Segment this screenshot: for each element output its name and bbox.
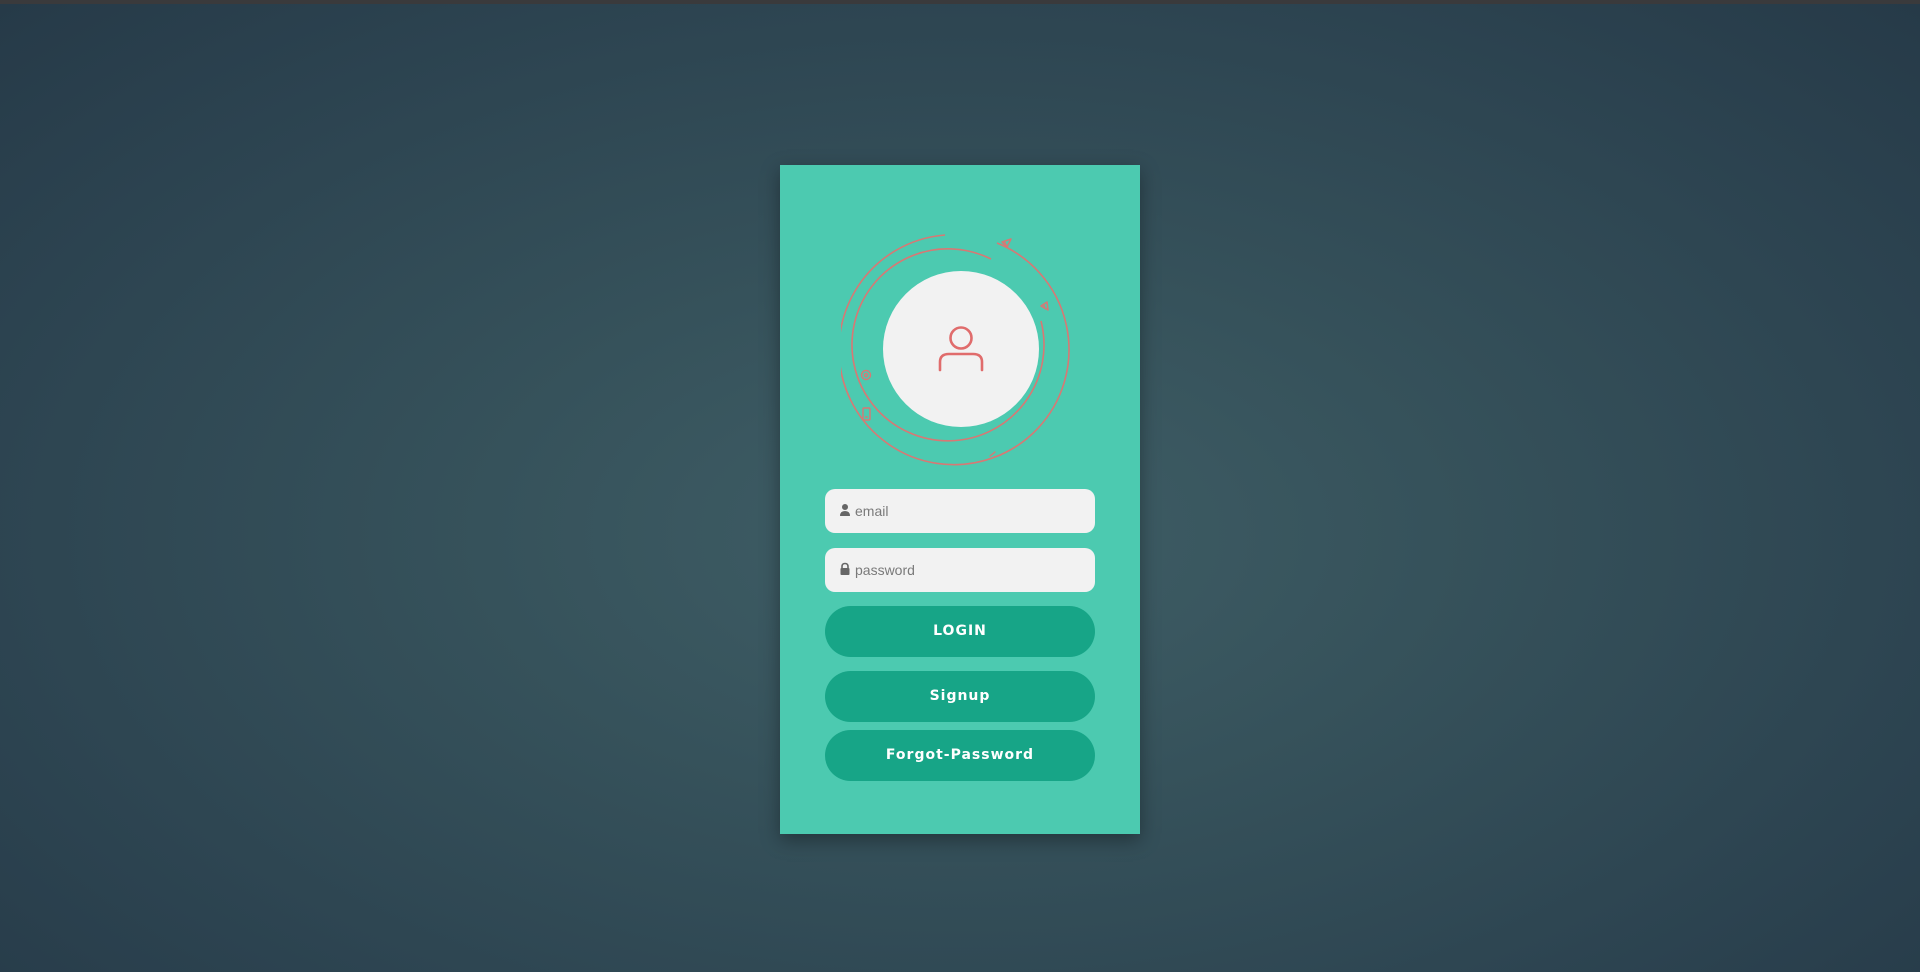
email-input[interactable]: [855, 489, 1085, 533]
at-sign-icon: [860, 369, 872, 381]
top-bar: [0, 0, 1920, 4]
email-field[interactable]: [825, 489, 1095, 533]
user-icon: [840, 504, 850, 516]
login-card: LOGIN Signup Forgot-Password: [780, 165, 1140, 834]
signup-button[interactable]: Signup: [825, 671, 1095, 722]
megaphone-icon: [1040, 301, 1049, 311]
lock-icon: [840, 562, 850, 575]
login-button[interactable]: LOGIN: [825, 606, 1095, 657]
password-field[interactable]: [825, 548, 1095, 592]
password-input[interactable]: [855, 548, 1085, 592]
phone-icon: [862, 407, 871, 421]
avatar-graphic: [841, 229, 1081, 469]
forgot-password-button[interactable]: Forgot-Password: [825, 730, 1095, 781]
